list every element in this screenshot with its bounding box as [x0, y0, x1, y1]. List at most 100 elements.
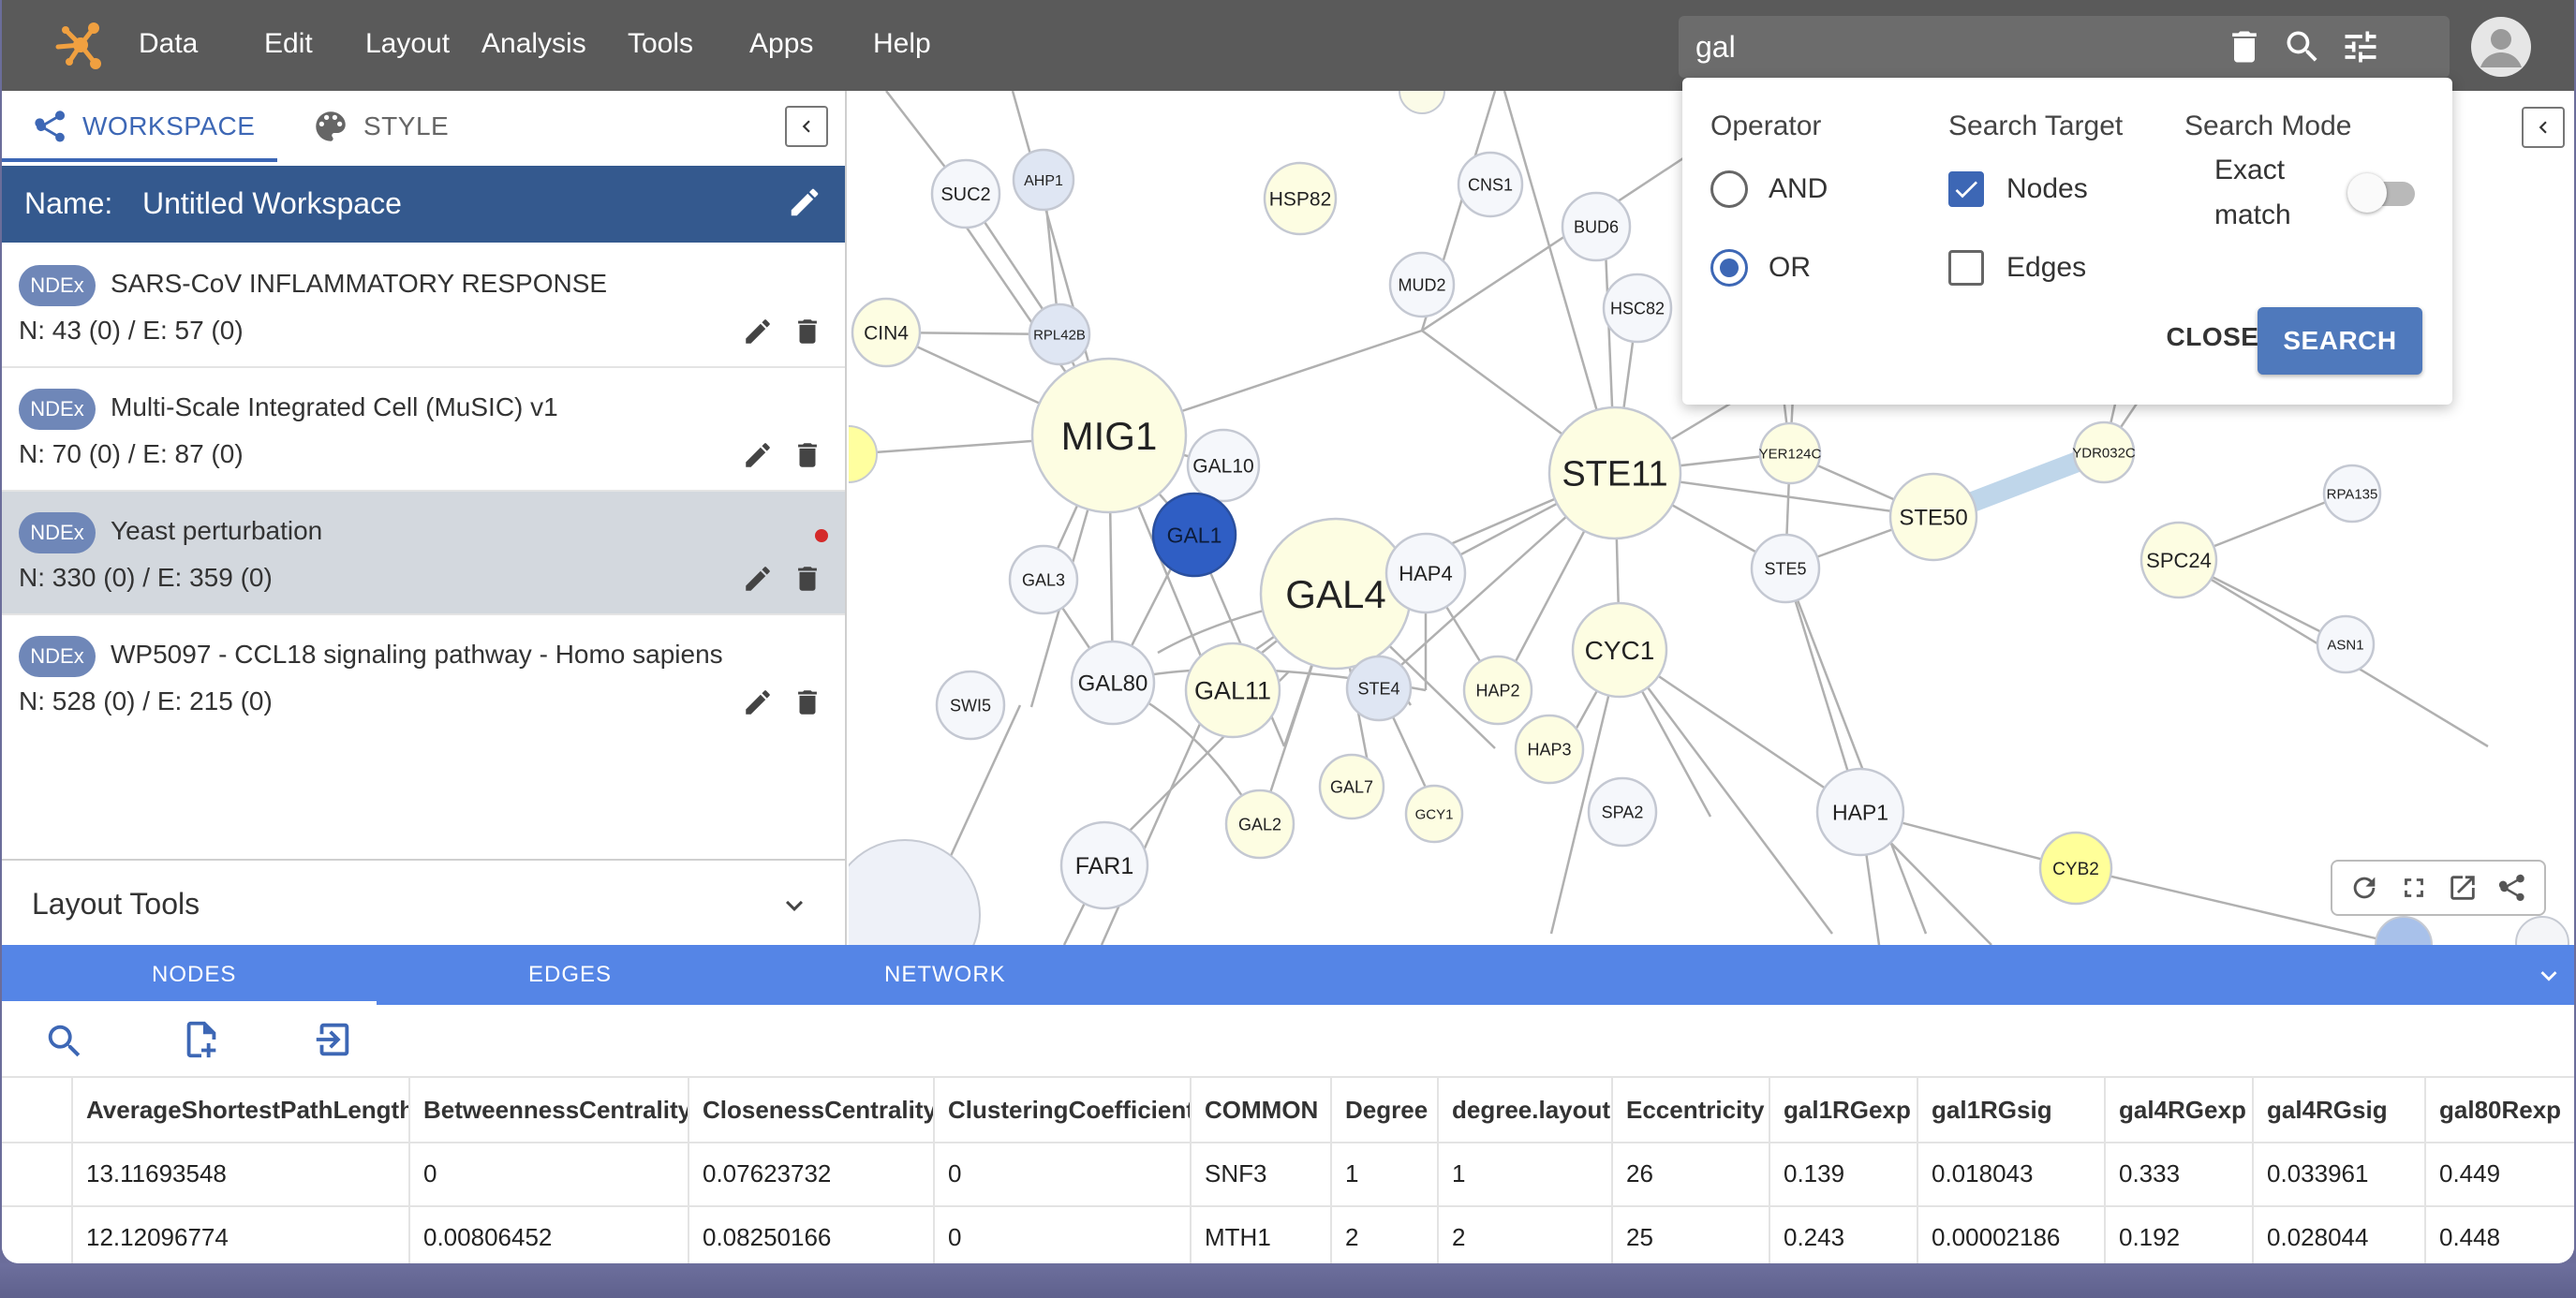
menu-help[interactable]: Help — [873, 28, 931, 60]
network-list-item[interactable]: NDEx SARS-CoV INFLAMMATORY RESPONSE N: 4… — [2, 244, 845, 368]
edit-workspace-name-icon[interactable] — [787, 184, 822, 220]
menu-layout[interactable]: Layout — [365, 28, 450, 60]
exact-match-label-line2: match — [2214, 199, 2291, 230]
tab-nodes[interactable]: NODES — [152, 962, 236, 988]
network-list-item-selected[interactable]: NDEx Yeast perturbation N: 330 (0) / E: … — [2, 492, 845, 615]
column-header[interactable]: AverageShortestPathLength — [71, 1078, 408, 1142]
table-cell[interactable]: 0 — [933, 1205, 1190, 1263]
search-input[interactable] — [1695, 25, 2164, 68]
search-icon[interactable] — [43, 1020, 86, 1063]
table-cell[interactable]: 13.11693548 — [71, 1142, 408, 1205]
table-cell[interactable]: 0.08250166 — [688, 1205, 933, 1263]
table-cell[interactable]: 25 — [1611, 1205, 1769, 1263]
search-icon[interactable] — [2282, 26, 2323, 67]
table-cell[interactable]: 2 — [1437, 1205, 1611, 1263]
delete-icon[interactable] — [792, 439, 823, 471]
column-header[interactable]: ClusteringCoefficient — [933, 1078, 1190, 1142]
cytoscape-logo-icon[interactable] — [49, 17, 107, 75]
chevron-down-icon[interactable] — [2533, 960, 2565, 992]
edit-icon[interactable] — [742, 316, 774, 347]
table-cell[interactable]: 0.243 — [1769, 1205, 1917, 1263]
or-radio[interactable] — [1710, 249, 1748, 287]
graph-node[interactable] — [1399, 91, 1445, 114]
tune-icon[interactable] — [2340, 26, 2381, 67]
menu-analysis[interactable]: Analysis — [481, 28, 586, 60]
and-radio[interactable] — [1710, 170, 1748, 208]
graph-node[interactable] — [2515, 916, 2569, 945]
graph-node-label: HAP3 — [1527, 740, 1571, 759]
fit-screen-icon[interactable] — [2398, 872, 2430, 904]
menu-data[interactable]: Data — [139, 28, 198, 60]
table-cell[interactable]: 0.139 — [1769, 1142, 1917, 1205]
table-cell[interactable]: 2 — [1330, 1205, 1437, 1263]
column-header[interactable]: gal1RGsig — [1917, 1078, 2104, 1142]
refresh-icon[interactable] — [2348, 872, 2380, 904]
column-header[interactable]: gal80Rexp — [2424, 1078, 2574, 1142]
delete-icon[interactable] — [792, 686, 823, 718]
table-cell[interactable]: 0.333 — [2104, 1142, 2252, 1205]
table-cell[interactable]: 1 — [1437, 1142, 1611, 1205]
column-header[interactable]: Degree — [1330, 1078, 1437, 1142]
column-header[interactable]: gal1RGexp — [1769, 1078, 1917, 1142]
column-header[interactable]: gal4RGexp — [2104, 1078, 2252, 1142]
edges-checkbox[interactable] — [1948, 250, 1984, 286]
table-cell[interactable]: 0.033961 — [2252, 1142, 2424, 1205]
edit-icon[interactable] — [742, 439, 774, 471]
exact-match-label: Exact — [2214, 155, 2286, 185]
table-cell[interactable]: 0.018043 — [1917, 1142, 2104, 1205]
table-cell[interactable]: 0 — [408, 1142, 688, 1205]
table-cell[interactable]: 0.00002186 — [1917, 1205, 2104, 1263]
column-header[interactable]: gal4RGsig — [2252, 1078, 2424, 1142]
table-cell[interactable]: SNF3 — [1190, 1142, 1330, 1205]
search-button[interactable]: SEARCH — [2258, 307, 2422, 375]
table-cell[interactable]: MTH1 — [1190, 1205, 1330, 1263]
graph-node-label: GAL3 — [1022, 570, 1065, 589]
table-cell[interactable]: 26 — [1611, 1142, 1769, 1205]
menu-edit[interactable]: Edit — [264, 28, 313, 60]
operator-heading: Operator — [1710, 111, 1822, 141]
delete-icon[interactable] — [792, 316, 823, 347]
table-cell[interactable]: 0.192 — [2104, 1205, 2252, 1263]
tab-edges[interactable]: EDGES — [528, 962, 612, 988]
table-cell[interactable]: 0 — [933, 1142, 1190, 1205]
open-in-new-icon[interactable] — [2447, 872, 2479, 904]
column-header[interactable]: COMMON — [1190, 1078, 1330, 1142]
tab-workspace[interactable]: WORKSPACE — [32, 91, 255, 162]
graph-node[interactable] — [849, 425, 878, 483]
table-cell[interactable]: 1 — [1330, 1142, 1437, 1205]
account-icon[interactable] — [2471, 17, 2531, 77]
column-header[interactable]: BetweennessCentrality — [408, 1078, 688, 1142]
share-icon — [35, 111, 66, 142]
column-header[interactable]: degree.layout — [1437, 1078, 1611, 1142]
graph-node-label: BUD6 — [1574, 217, 1619, 236]
edit-icon[interactable] — [742, 563, 774, 595]
trash-icon[interactable] — [2224, 26, 2265, 67]
column-header[interactable]: Eccentricity — [1611, 1078, 1769, 1142]
nodes-checkbox[interactable] — [1948, 171, 1984, 207]
collapse-left-panel-button[interactable] — [785, 106, 828, 147]
menu-tools[interactable]: Tools — [628, 28, 693, 60]
graph-node[interactable] — [2375, 916, 2433, 945]
import-icon[interactable] — [311, 1018, 354, 1061]
add-column-icon[interactable] — [180, 1018, 223, 1061]
delete-icon[interactable] — [792, 563, 823, 595]
table-cell[interactable]: 0.00806452 — [408, 1205, 688, 1263]
table-cell[interactable]: 0.07623732 — [688, 1142, 933, 1205]
exact-match-toggle-knob[interactable] — [2347, 173, 2387, 213]
network-list-item[interactable]: NDEx WP5097 - CCL18 signaling pathway - … — [2, 615, 845, 739]
layout-tools-accordion[interactable]: Layout Tools — [2, 859, 845, 945]
graph-node[interactable] — [849, 839, 981, 945]
table-cell[interactable]: 0.028044 — [2252, 1205, 2424, 1263]
collapse-right-panel-button[interactable] — [2522, 107, 2565, 148]
tab-network[interactable]: NETWORK — [884, 962, 1006, 988]
workspace-name-bar: Name: Untitled Workspace — [2, 166, 845, 243]
table-cell[interactable]: 0.449 — [2424, 1142, 2574, 1205]
tab-style[interactable]: STYLE — [311, 91, 449, 162]
menu-apps[interactable]: Apps — [749, 28, 813, 60]
share-icon[interactable] — [2496, 872, 2528, 904]
network-list-item[interactable]: NDEx Multi-Scale Integrated Cell (MuSIC)… — [2, 368, 845, 492]
table-cell[interactable]: 12.12096774 — [71, 1205, 408, 1263]
column-header[interactable]: ClosenessCentrality — [688, 1078, 933, 1142]
table-cell[interactable]: 0.448 — [2424, 1205, 2574, 1263]
edit-icon[interactable] — [742, 686, 774, 718]
